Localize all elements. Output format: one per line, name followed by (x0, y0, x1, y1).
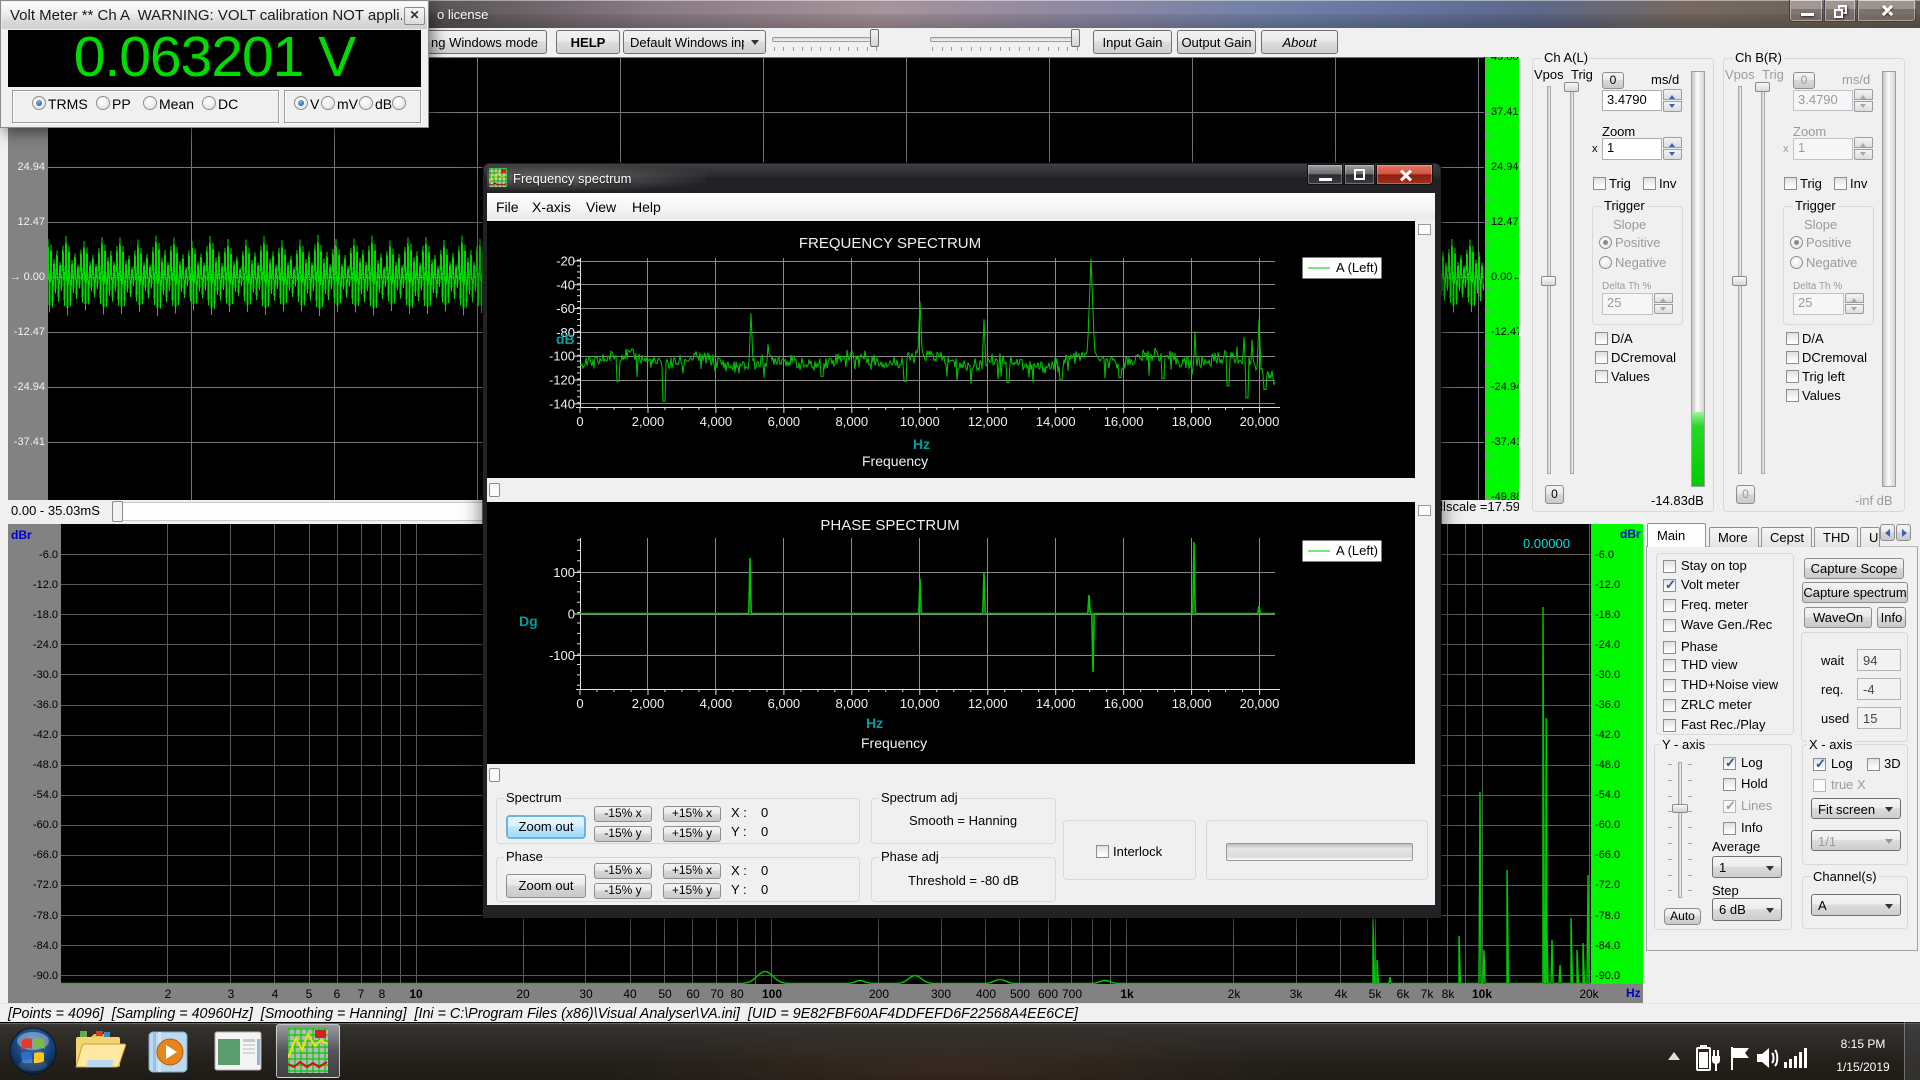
svg-text:100: 100 (553, 565, 575, 580)
svg-text:10,000: 10,000 (900, 414, 940, 429)
svg-text:-100: -100 (549, 349, 575, 364)
svg-text:Hz: Hz (866, 715, 883, 731)
svg-text:Dg: Dg (519, 613, 538, 629)
svg-text:12,000: 12,000 (968, 414, 1008, 429)
svg-text:6,000: 6,000 (768, 696, 801, 711)
svg-text:Hz: Hz (913, 436, 930, 452)
svg-text:14,000: 14,000 (1036, 696, 1076, 711)
svg-text:PHASE SPECTRUM: PHASE SPECTRUM (820, 517, 959, 534)
svg-text:8,000: 8,000 (836, 696, 869, 711)
svg-text:20,000: 20,000 (1240, 414, 1280, 429)
svg-text:16,000: 16,000 (1104, 414, 1144, 429)
svg-text:dB: dB (556, 331, 575, 347)
svg-text:18,000: 18,000 (1172, 414, 1212, 429)
svg-text:10,000: 10,000 (900, 696, 940, 711)
svg-text:6,000: 6,000 (768, 414, 801, 429)
svg-text:4,000: 4,000 (700, 414, 733, 429)
svg-text:8,000: 8,000 (836, 414, 869, 429)
svg-text:0: 0 (568, 607, 575, 622)
svg-text:0: 0 (576, 414, 583, 429)
svg-text:2,000: 2,000 (632, 696, 665, 711)
svg-text:-120: -120 (549, 373, 575, 388)
svg-text:18,000: 18,000 (1172, 696, 1212, 711)
svg-text:20,000: 20,000 (1240, 696, 1280, 711)
svg-text:A (Left): A (Left) (1336, 543, 1378, 558)
svg-text:Frequency: Frequency (862, 453, 928, 469)
svg-text:-60: -60 (556, 301, 575, 316)
svg-text:0.00000: 0.00000 (1523, 536, 1570, 551)
svg-text:16,000: 16,000 (1104, 696, 1144, 711)
svg-text:-100: -100 (549, 648, 575, 663)
svg-text:2,000: 2,000 (632, 414, 665, 429)
svg-text:Frequency: Frequency (861, 735, 927, 751)
svg-text:A (Left): A (Left) (1336, 260, 1378, 275)
svg-text:-140: -140 (549, 396, 575, 411)
svg-text:0: 0 (576, 696, 583, 711)
svg-text:-20: -20 (556, 254, 575, 269)
svg-text:14,000: 14,000 (1036, 414, 1076, 429)
svg-text:12,000: 12,000 (968, 696, 1008, 711)
svg-text:FREQUENCY SPECTRUM: FREQUENCY SPECTRUM (799, 235, 981, 252)
svg-text:-40: -40 (556, 277, 575, 292)
svg-text:4,000: 4,000 (700, 696, 733, 711)
